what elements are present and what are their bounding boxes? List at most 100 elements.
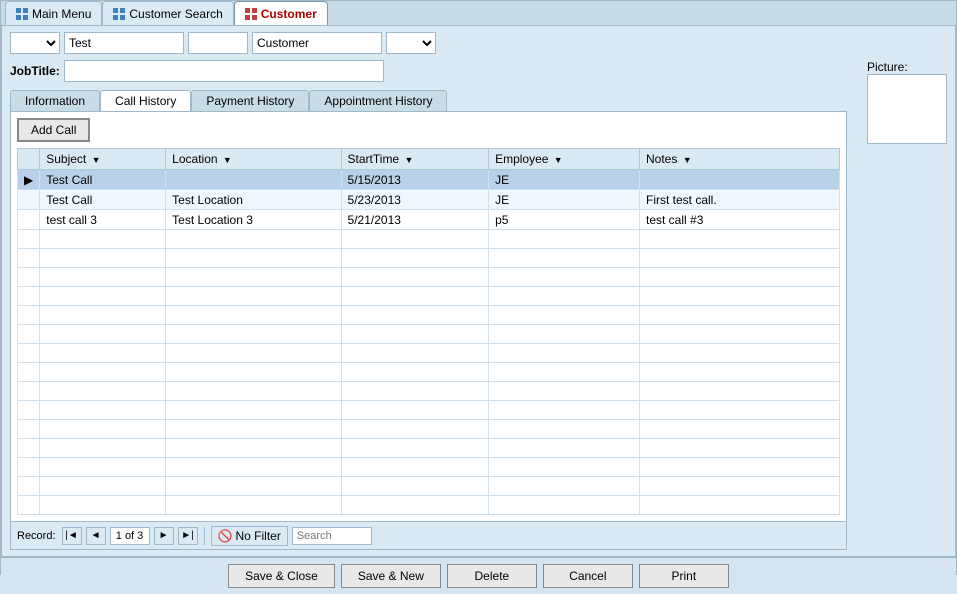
employee-sort-icon: ▼ xyxy=(554,155,563,165)
nav-next-button[interactable]: ► xyxy=(154,527,174,545)
delete-label: Delete xyxy=(475,569,510,583)
starttime-cell: 5/15/2013 xyxy=(341,170,489,190)
empty-cell xyxy=(40,420,166,439)
no-filter-button[interactable]: 🚫 No Filter xyxy=(211,526,288,546)
empty-cell xyxy=(640,287,840,306)
last-name-input[interactable] xyxy=(252,32,382,54)
record-label: Record: xyxy=(17,530,56,542)
header-row xyxy=(10,32,847,54)
subject-cell: Test Call xyxy=(40,190,166,210)
first-name-input[interactable] xyxy=(64,32,184,54)
customer-search-label: Customer Search xyxy=(129,7,222,21)
customer-icon xyxy=(245,8,257,20)
empty-cell xyxy=(341,363,489,382)
empty-cell xyxy=(640,382,840,401)
empty-cell xyxy=(489,363,640,382)
location-column-header[interactable]: Location ▼ xyxy=(166,149,341,170)
empty-cell xyxy=(40,306,166,325)
empty-cell xyxy=(166,287,341,306)
empty-cell xyxy=(341,477,489,496)
add-call-button[interactable]: Add Call xyxy=(17,118,90,142)
empty-cell xyxy=(640,420,840,439)
empty-row xyxy=(18,287,840,306)
empty-row xyxy=(18,382,840,401)
empty-cell xyxy=(18,363,40,382)
suffix-dropdown[interactable] xyxy=(386,32,436,54)
location-cell: Test Location xyxy=(166,190,341,210)
jobtitle-input[interactable] xyxy=(64,60,384,82)
search-input[interactable] xyxy=(292,527,372,545)
save-close-button[interactable]: Save & Close xyxy=(228,564,335,588)
empty-cell xyxy=(489,439,640,458)
filter-icon: 🚫 xyxy=(218,529,233,543)
empty-cell xyxy=(40,344,166,363)
customer-tab-label: Customer xyxy=(261,7,317,21)
empty-cell xyxy=(18,439,40,458)
employee-cell: JE xyxy=(489,190,640,210)
nav-first-button[interactable]: |◄ xyxy=(62,527,82,545)
tab-main-menu[interactable]: Main Menu xyxy=(5,1,102,25)
record-current-input[interactable] xyxy=(110,527,150,545)
delete-button[interactable]: Delete xyxy=(447,564,537,588)
empty-cell xyxy=(166,325,341,344)
print-button[interactable]: Print xyxy=(639,564,729,588)
empty-cell xyxy=(18,325,40,344)
empty-cell xyxy=(18,420,40,439)
jobtitle-label: JobTitle: xyxy=(10,64,60,78)
empty-cell xyxy=(40,325,166,344)
table-row[interactable]: Test CallTest Location5/23/2013JEFirst t… xyxy=(18,190,840,210)
print-label: Print xyxy=(672,569,697,583)
save-new-button[interactable]: Save & New xyxy=(341,564,441,588)
empty-cell xyxy=(341,382,489,401)
title-bar: Main Menu Customer Search Customer xyxy=(1,1,956,26)
nav-prev-button[interactable]: ◄ xyxy=(86,527,106,545)
app-window: Main Menu Customer Search Customer Pictu… xyxy=(0,0,957,575)
bottom-bar: Save & Close Save & New Delete Cancel Pr… xyxy=(1,557,956,594)
cancel-button[interactable]: Cancel xyxy=(543,564,633,588)
jobtitle-row: JobTitle: xyxy=(10,60,847,82)
picture-label: Picture: xyxy=(867,60,908,74)
starttime-column-header[interactable]: StartTime ▼ xyxy=(341,149,489,170)
notes-cell: First test call. xyxy=(640,190,840,210)
middle-name-input[interactable] xyxy=(188,32,248,54)
empty-cell xyxy=(18,458,40,477)
empty-row xyxy=(18,458,840,477)
table-row[interactable]: test call 3Test Location 35/21/2013p5tes… xyxy=(18,210,840,230)
empty-cell xyxy=(341,496,489,515)
nav-last-button[interactable]: ►| xyxy=(178,527,198,545)
empty-cell xyxy=(489,249,640,268)
row-selector-header xyxy=(18,149,40,170)
table-row[interactable]: ▶Test Call5/15/2013JE xyxy=(18,170,840,190)
notes-column-header[interactable]: Notes ▼ xyxy=(640,149,840,170)
main-content: Picture: JobTitle: xyxy=(1,26,956,557)
empty-cell xyxy=(166,306,341,325)
save-close-label: Save & Close xyxy=(245,569,318,583)
subject-column-header[interactable]: Subject ▼ xyxy=(40,149,166,170)
empty-cell xyxy=(640,268,840,287)
prefix-dropdown[interactable] xyxy=(10,32,60,54)
tab-payment-history[interactable]: Payment History xyxy=(191,90,309,111)
empty-cell xyxy=(640,496,840,515)
empty-cell xyxy=(341,458,489,477)
empty-cell xyxy=(40,287,166,306)
empty-cell xyxy=(640,230,840,249)
location-cell xyxy=(166,170,341,190)
empty-cell xyxy=(341,287,489,306)
table-area: Add Call Subject ▼ Location ▼ xyxy=(10,111,847,522)
empty-cell xyxy=(341,268,489,287)
tab-customer-search[interactable]: Customer Search xyxy=(102,1,233,25)
tab-information[interactable]: Information xyxy=(10,90,100,111)
tab-call-history[interactable]: Call History xyxy=(100,90,191,111)
main-menu-label: Main Menu xyxy=(32,7,91,21)
empty-cell xyxy=(166,382,341,401)
tab-customer[interactable]: Customer xyxy=(234,1,328,25)
empty-row xyxy=(18,496,840,515)
employee-column-header[interactable]: Employee ▼ xyxy=(489,149,640,170)
tab-appointment-history[interactable]: Appointment History xyxy=(309,90,447,111)
empty-cell xyxy=(341,325,489,344)
empty-cell xyxy=(40,249,166,268)
picture-box xyxy=(867,74,947,144)
notes-header-label: Notes xyxy=(646,152,677,166)
empty-cell xyxy=(489,268,640,287)
empty-cell xyxy=(40,268,166,287)
